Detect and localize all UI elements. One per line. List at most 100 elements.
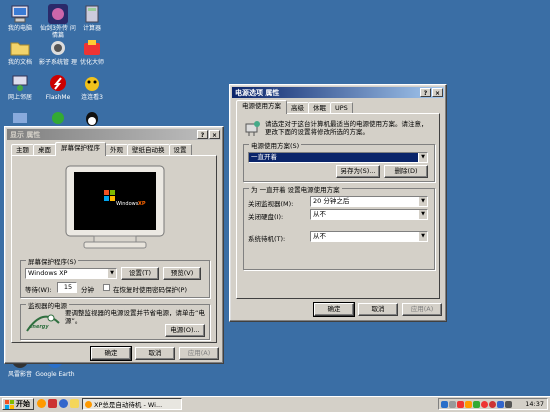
desktop-icon-label: 计算器 [82, 25, 101, 32]
penguin-icon [82, 108, 102, 128]
power-scheme-value: 一直开着 [251, 153, 277, 161]
desktop-icon-lianliankan[interactable]: 连连看3 [72, 73, 112, 101]
power-titlebar[interactable]: 电源选项 属性 ? × [232, 87, 444, 98]
taskbar-item-browser[interactable]: XP总是自动待机 - Wi... [82, 398, 182, 410]
screensaver-panel: Windows XP 屏幕保护程序(S) Windows XP ▼ 设置(T) … [11, 155, 217, 343]
power-scheme-select[interactable]: 一直开着 ▼ [248, 152, 428, 163]
network-icon [10, 73, 30, 93]
wait-unit: 分钟 [81, 286, 94, 294]
desktop-icon-label: 我的文档 [7, 59, 32, 66]
help-button[interactable]: ? [197, 130, 208, 139]
scheme-group: 电源使用方案(S) 一直开着 ▼ 另存为(S)... 删除(D) [243, 140, 435, 182]
power-cancel-button[interactable]: 取消 [358, 303, 398, 316]
game-icon [82, 73, 102, 93]
tab-screensaver[interactable]: 屏幕保护程序 [55, 142, 106, 156]
display-apply-button[interactable]: 应用(A) [179, 347, 219, 360]
standby-value: 从不 [313, 232, 326, 240]
harddisk-off-label: 关闭硬盘(I): [248, 213, 284, 221]
dropdown-arrow-icon[interactable]: ▼ [418, 153, 427, 162]
help-button[interactable]: ? [420, 88, 431, 97]
quicklaunch-folder-icon[interactable] [70, 399, 79, 408]
power-apply-button[interactable]: 应用(A) [402, 303, 442, 316]
power-plug-icon [243, 120, 261, 138]
desktop-icon-calculator[interactable]: 计算器 [72, 4, 112, 32]
harddisk-off-select[interactable]: 从不 ▼ [310, 209, 428, 220]
display-cancel-button[interactable]: 取消 [135, 347, 175, 360]
monitor-off-label: 关闭监视器(M): [248, 200, 294, 208]
preview-button[interactable]: 预览(V) [163, 267, 201, 280]
tray-volume-icon[interactable] [505, 400, 512, 408]
computer-icon [10, 4, 30, 24]
dropdown-arrow-icon[interactable]: ▼ [418, 197, 427, 206]
password-checkbox-label: 在恢复时使用密码保护(P) [113, 286, 187, 294]
power-button[interactable]: 电源(O)... [165, 324, 205, 337]
tray-app-icon[interactable] [489, 400, 496, 408]
group-title: 电源使用方案(S) [249, 140, 302, 150]
monitor-logo-sub: XP [138, 201, 146, 207]
desktop-icon-my-computer[interactable]: 我的电脑 [0, 4, 40, 32]
app-icon [48, 108, 68, 128]
energy-logo-text: energy [29, 324, 49, 330]
dropdown-arrow-icon[interactable]: ▼ [418, 232, 427, 241]
wait-spinner[interactable]: 15 [57, 282, 77, 293]
quicklaunch-app-icon[interactable] [48, 399, 57, 408]
tray-antivirus-icon[interactable] [457, 400, 464, 408]
close-button[interactable]: × [209, 130, 220, 139]
monitor-icon [65, 165, 165, 249]
desktop-icon-my-documents[interactable]: 我的文档 [0, 38, 40, 66]
standby-select[interactable]: 从不 ▼ [310, 231, 428, 242]
monitor-power-group: 监视器的电源 energy 要调整监视器的电源设置并节省电源，请单击“电源”。 … [20, 300, 210, 340]
desktop-icon-network[interactable]: 网上邻居 [0, 73, 40, 101]
tray-app-icon[interactable] [465, 400, 472, 408]
delete-button[interactable]: 删除(D) [384, 165, 428, 178]
dropdown-arrow-icon[interactable]: ▼ [107, 269, 116, 278]
group-title: 为 一直开着 设置电源使用方案 [249, 184, 342, 194]
screensaver-group: 屏幕保护程序(S) Windows XP ▼ 设置(T) 预览(V) 等待(W)… [20, 256, 210, 298]
quicklaunch-firefox-icon[interactable] [37, 399, 46, 408]
clock[interactable]: 14:37 [525, 400, 544, 408]
power-schemes-panel: 请选定对于这台计算机最适当的电源使用方案。请注意，更改下面的设置将修改所选的方案… [236, 113, 440, 299]
wait-value: 15 [63, 283, 73, 291]
monitor-off-value: 20 分钟之后 [313, 197, 350, 205]
wait-label: 等待(W): [25, 286, 52, 294]
energy-star-logo: energy [25, 311, 61, 335]
screensaver-select[interactable]: Windows XP ▼ [25, 268, 117, 279]
folder-icon [10, 38, 30, 58]
dropdown-arrow-icon[interactable]: ▼ [418, 210, 427, 219]
power-description: 请选定对于这台计算机最适当的电源使用方案。请注意，更改下面的设置将修改所选的方案… [265, 120, 428, 136]
close-button[interactable]: × [432, 88, 443, 97]
tray-app-icon[interactable] [481, 400, 488, 408]
display-titlebar[interactable]: 显示 属性 ? × [7, 129, 221, 140]
harddisk-off-value: 从不 [313, 210, 326, 218]
monitor-off-select[interactable]: 20 分钟之后 ▼ [310, 196, 428, 207]
tray-app-icon[interactable] [473, 400, 480, 408]
scheme-settings-group: 为 一直开着 设置电源使用方案 关闭监视器(M): 20 分钟之后 ▼ 关闭硬盘… [243, 184, 435, 270]
desktop-icon-optimizer[interactable]: 优化大师 [72, 38, 112, 66]
password-checkbox[interactable] [103, 284, 110, 291]
optimizer-icon [82, 38, 102, 58]
save-as-button[interactable]: 另存为(S)... [336, 165, 380, 178]
desktop-icon-label: 网上邻居 [7, 94, 32, 101]
tray-app-icon[interactable] [449, 400, 456, 408]
display-ok-button[interactable]: 确定 [90, 346, 132, 361]
standby-label: 系统待机(T): [248, 235, 286, 243]
quicklaunch-ie-icon[interactable] [59, 399, 68, 408]
group-title: 屏幕保护程序(S) [26, 256, 79, 266]
display-properties-window: 显示 属性 ? × 主题 桌面 屏幕保护程序 外观 壁纸自动换 设置 Windo… [4, 126, 224, 364]
desktop-icon-label: 优化大师 [79, 59, 104, 66]
tab-power-schemes[interactable]: 电源使用方案 [236, 100, 287, 114]
monitor-logo-text: Windows [116, 201, 139, 207]
desktop-icon-label: 我的电脑 [7, 25, 32, 32]
group-title: 监视器的电源 [26, 300, 69, 310]
tray-network-icon[interactable] [441, 400, 448, 408]
power-description: 要调整监视器的电源设置并节省电源，请单击“电源”。 [65, 309, 205, 325]
power-ok-button[interactable]: 确定 [313, 302, 355, 317]
screensaver-settings-button[interactable]: 设置(T) [121, 267, 159, 280]
desktop-icon-label: 连连看3 [81, 94, 103, 101]
browser-icon [85, 400, 92, 408]
flash-icon [48, 73, 68, 93]
tray-app-icon[interactable] [497, 400, 504, 408]
shadow-system-icon [48, 38, 68, 58]
start-button[interactable]: 开始 [2, 398, 34, 410]
start-label: 开始 [16, 400, 30, 408]
